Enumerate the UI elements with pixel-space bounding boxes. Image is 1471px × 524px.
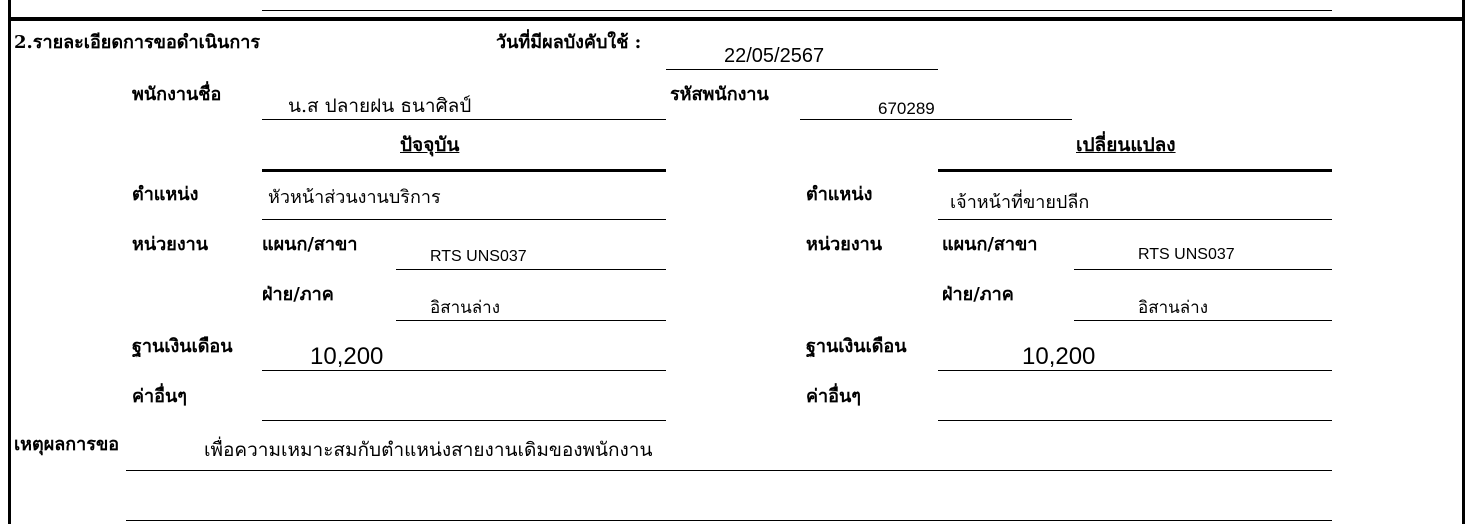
reason-field[interactable]: เพื่อความเหมาะสมกับตำแหน่งสายงานเดิมของพ…: [204, 441, 652, 460]
current-division-field[interactable]: อิสานล่าง: [430, 300, 500, 317]
change-other-underline: [938, 420, 1332, 421]
current-salary-field[interactable]: 10,200: [310, 345, 383, 369]
current-other-underline: [262, 420, 666, 421]
change-division-label: ฝ่าย/ภาค: [942, 284, 1014, 305]
change-division-field[interactable]: อิสานล่าง: [1138, 300, 1208, 317]
current-position-label: ตำแหน่ง: [132, 184, 199, 205]
change-salary-underline: [938, 370, 1332, 371]
current-heading-rule: [262, 169, 666, 172]
change-dept-underline: [1074, 269, 1332, 270]
change-dept-label: แผนก/สาขา: [942, 234, 1038, 255]
change-position-label: ตำแหน่ง: [806, 184, 873, 205]
change-heading-rule: [938, 169, 1332, 172]
change-other-label: ค่าอื่นๆ: [806, 386, 861, 407]
change-heading: เปลี่ยนแปลง: [1076, 134, 1176, 156]
change-unit-label: หน่วยงาน: [806, 234, 883, 255]
current-dept-label: แผนก/สาขา: [262, 234, 358, 255]
employee-name-field[interactable]: น.ส ปลายฝน ธนาศิลป์: [288, 97, 471, 116]
change-salary-field[interactable]: 10,200: [1022, 345, 1095, 369]
current-position-underline: [262, 219, 666, 220]
reason-underline-1: [126, 470, 1332, 471]
section1-underline: [262, 10, 1332, 11]
reason-underline-2: [126, 520, 1332, 521]
employee-id-field[interactable]: 670289: [878, 100, 935, 117]
effective-date-underline: [666, 69, 938, 70]
employee-name-underline: [262, 119, 666, 120]
current-other-label: ค่าอื่นๆ: [132, 386, 187, 407]
change-position-underline: [938, 219, 1332, 220]
current-dept-field[interactable]: RTS UNS037: [430, 249, 527, 265]
frame-right-border: [1462, 0, 1465, 524]
change-division-underline: [1074, 320, 1332, 321]
change-position-field[interactable]: เจ้าหน้าที่ขายปลีก: [950, 194, 1089, 212]
current-division-label: ฝ่าย/ภาค: [262, 284, 334, 305]
change-dept-field[interactable]: RTS UNS037: [1138, 247, 1235, 263]
current-heading: ปัจจุบัน: [400, 134, 460, 156]
current-position-field[interactable]: หัวหน้าส่วนงานบริการ: [268, 189, 441, 207]
current-unit-label: หน่วยงาน: [132, 234, 209, 255]
section-divider: [8, 17, 1465, 21]
effective-date-label: วันที่มีผลบังคับใช้ :: [496, 32, 642, 53]
employee-id-underline: [800, 119, 1072, 120]
change-salary-label: ฐานเงินเดือน: [806, 336, 907, 357]
effective-date-field[interactable]: 22/05/2567: [724, 46, 824, 66]
current-dept-underline: [396, 269, 666, 270]
current-salary-label: ฐานเงินเดือน: [132, 336, 233, 357]
employee-name-label: พนักงานชื่อ: [132, 84, 222, 105]
reason-label: เหตุผลการขอ: [14, 434, 120, 455]
section-title: 2.รายละเอียดการขอดำเนินการ: [14, 32, 261, 53]
frame-left-border: [8, 0, 11, 524]
current-division-underline: [396, 320, 666, 321]
employee-id-label: รหัสพนักงาน: [670, 84, 769, 105]
current-salary-underline: [262, 370, 666, 371]
